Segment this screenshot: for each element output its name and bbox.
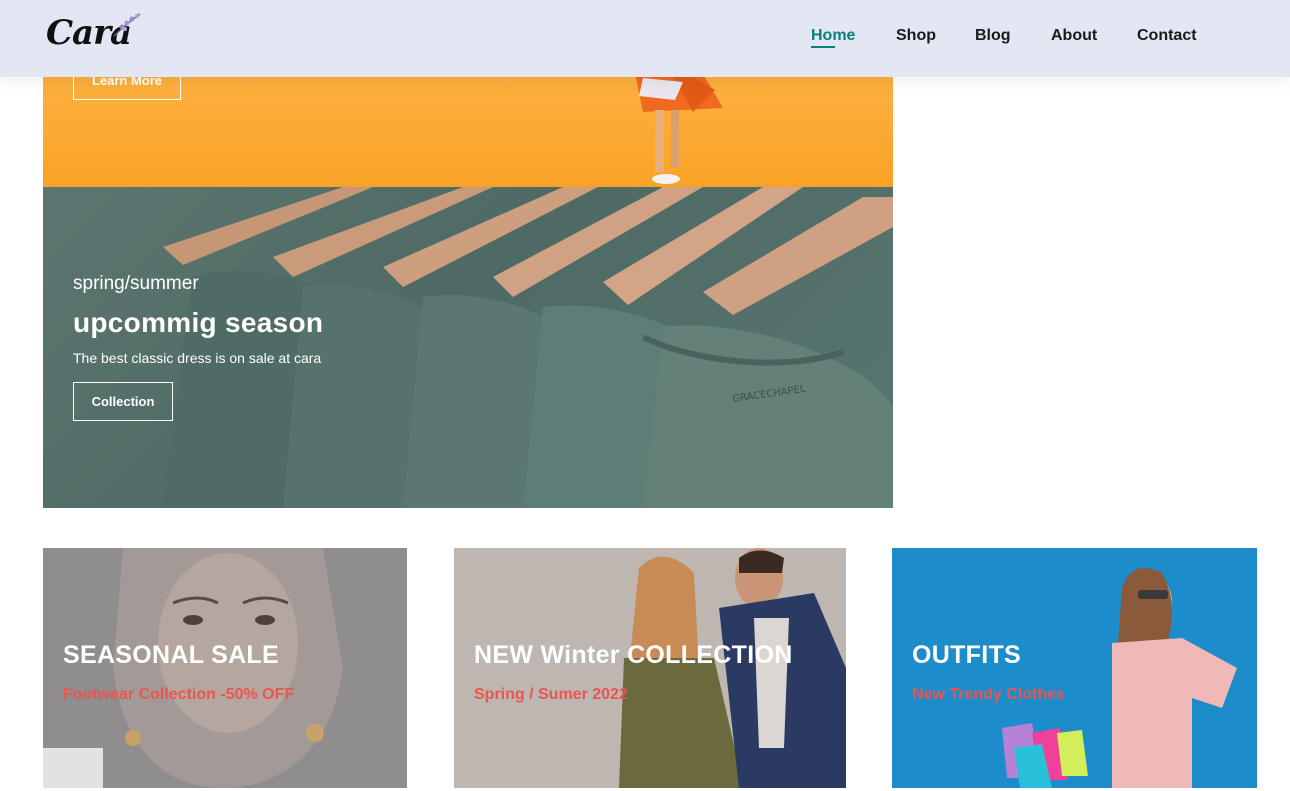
banner-title: SEASONAL SALE [63, 641, 279, 669]
banner-subtitle: Spring / Sumer 2022 [474, 686, 628, 703]
banner-seasonal-sale[interactable]: SEASONAL SALE Footwear Collection -50% O… [43, 548, 407, 788]
hero-title: upcommig season [73, 307, 324, 338]
banner-title: OUTFITS [912, 641, 1022, 669]
banner-subtitle: Footwear Collection -50% OFF [63, 686, 295, 703]
banner-title: NEW Winter COLLECTION [474, 641, 793, 669]
banner-subtitle: New Trendy Clothes [912, 686, 1065, 703]
shirts-on-hangers-image: GRACECHAPEL [163, 187, 893, 508]
nav-active-underline [811, 46, 835, 48]
hero-banner-season: GRACECHAPEL spring/summer upcommig seaso… [43, 187, 893, 508]
hero-description: The best classic dress is on sale at car… [73, 350, 322, 366]
banner-winter-collection[interactable]: NEW Winter COLLECTION Spring / Sumer 202… [454, 548, 846, 788]
hero-subtitle: spring/summer [73, 273, 199, 294]
nav-shop[interactable]: Shop [896, 26, 936, 46]
banner-outfits[interactable]: OUTFITS New Trendy Clothes [892, 548, 1257, 788]
main-nav: Home Shop Blog About Contact [0, 26, 1290, 50]
collection-button[interactable]: Collection [73, 382, 173, 421]
nav-about[interactable]: About [1051, 26, 1097, 46]
site-header: Cara Home Shop Blog About Contact [0, 0, 1290, 77]
nav-contact[interactable]: Contact [1137, 26, 1197, 46]
nav-home[interactable]: Home [811, 26, 855, 46]
nav-blog[interactable]: Blog [975, 26, 1011, 46]
